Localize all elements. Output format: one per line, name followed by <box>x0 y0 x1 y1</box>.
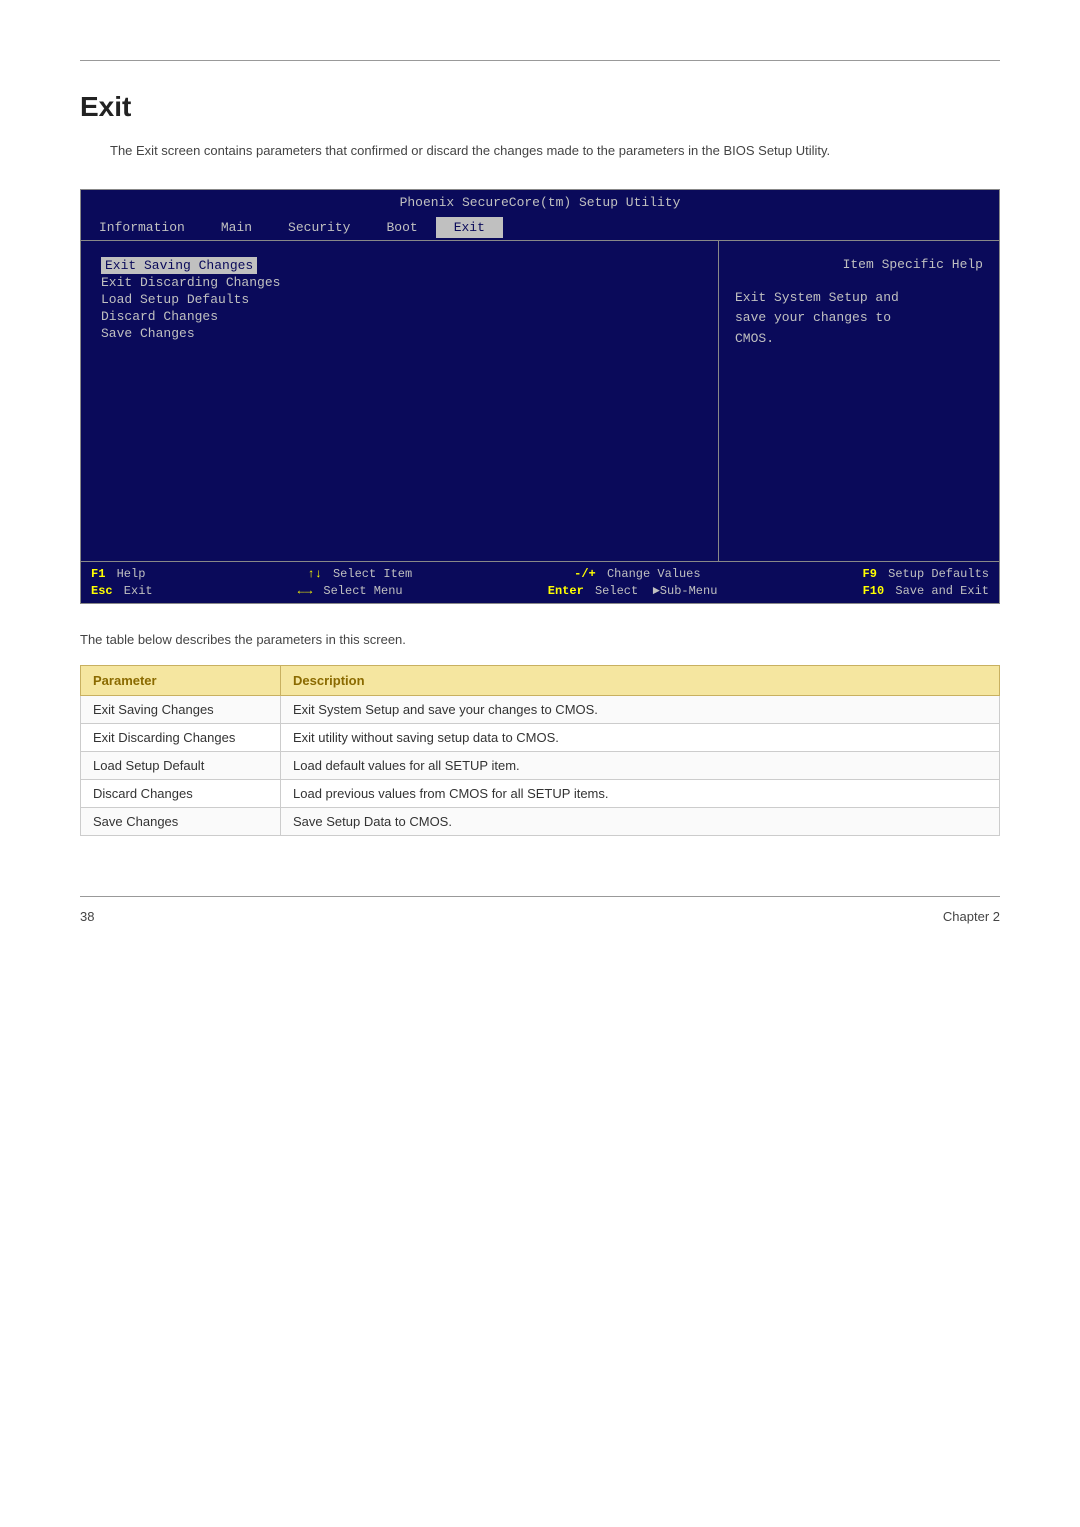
key-plusminus-label: Change Values <box>600 567 701 581</box>
key-arrows: ↑↓ <box>307 567 321 581</box>
table-cell-desc-3: Load default values for all SETUP item. <box>281 751 1000 779</box>
desc-text: The table below describes the parameters… <box>80 632 1000 647</box>
key-lr-arrows: ←→ <box>298 584 312 598</box>
key-f9-label: Setup Defaults <box>881 567 989 581</box>
page-container: Exit The Exit screen contains parameters… <box>0 0 1080 984</box>
table-cell-param-3: Load Setup Default <box>81 751 281 779</box>
bios-title: Phoenix SecureCore(tm) Setup Utility <box>400 195 681 210</box>
key-f10-label: Save and Exit <box>888 584 989 598</box>
bios-footer-plusminus: -/+ Change Values <box>574 567 700 581</box>
bios-footer-arrows: ↑↓ Select Item <box>307 567 412 581</box>
key-plusminus: -/+ <box>574 567 596 581</box>
key-f1: F1 <box>91 567 105 581</box>
table-row: Exit Saving Changes Exit System Setup an… <box>81 695 1000 723</box>
table-header-param: Parameter <box>81 665 281 695</box>
bios-footer-f1: F1 Help <box>91 567 145 581</box>
bios-nav-bar: Information Main Security Boot Exit <box>81 215 999 241</box>
bios-body: Exit Saving Changes Exit Discarding Chan… <box>81 241 999 561</box>
table-cell-desc-2: Exit utility without saving setup data t… <box>281 723 1000 751</box>
bios-footer: F1 Help ↑↓ Select Item -/+ Change Values… <box>81 561 999 603</box>
bios-nav-security[interactable]: Security <box>270 217 368 238</box>
bios-screen: Phoenix SecureCore(tm) Setup Utility Inf… <box>80 189 1000 604</box>
key-enter-label: Select ►Sub-Menu <box>588 584 718 598</box>
table-row: Save Changes Save Setup Data to CMOS. <box>81 807 1000 835</box>
bios-right-panel: Item Specific Help Exit System Setup and… <box>719 241 999 561</box>
intro-text: The Exit screen contains parameters that… <box>110 141 1000 161</box>
bios-help-text: Exit System Setup and save your changes … <box>735 288 983 350</box>
bios-nav-exit[interactable]: Exit <box>436 217 503 238</box>
table-cell-param-4: Discard Changes <box>81 779 281 807</box>
table-header-desc: Description <box>281 665 1000 695</box>
table-row: Exit Discarding Changes Exit utility wit… <box>81 723 1000 751</box>
bios-menu-discard-changes[interactable]: Discard Changes <box>101 308 698 325</box>
bios-footer-row1: F1 Help ↑↓ Select Item -/+ Change Values… <box>91 567 989 581</box>
bios-footer-f10: F10 Save and Exit <box>863 584 989 598</box>
param-table: Parameter Description Exit Saving Change… <box>80 665 1000 836</box>
table-cell-param-2: Exit Discarding Changes <box>81 723 281 751</box>
bios-footer-esc: Esc Exit <box>91 584 153 598</box>
table-cell-desc-5: Save Setup Data to CMOS. <box>281 807 1000 835</box>
key-esc-label: Exit <box>117 584 153 598</box>
bios-footer-row2: Esc Exit ←→ Select Menu Enter Select ►Su… <box>91 584 989 598</box>
key-enter: Enter <box>548 584 584 598</box>
page-number: 38 <box>80 909 94 924</box>
bios-nav-boot[interactable]: Boot <box>368 217 435 238</box>
bios-menu-exit-saving[interactable]: Exit Saving Changes <box>101 257 257 274</box>
bios-nav-main[interactable]: Main <box>203 217 270 238</box>
key-f1-label: Help <box>109 567 145 581</box>
top-rule <box>80 60 1000 61</box>
key-esc: Esc <box>91 584 113 598</box>
page-title: Exit <box>80 91 1000 123</box>
bios-nav-information[interactable]: Information <box>81 217 203 238</box>
table-cell-param-5: Save Changes <box>81 807 281 835</box>
bios-footer-lr-arrows: ←→ Select Menu <box>298 584 403 598</box>
key-f9: F9 <box>863 567 877 581</box>
bios-menu-exit-discarding[interactable]: Exit Discarding Changes <box>101 274 698 291</box>
table-row: Load Setup Default Load default values f… <box>81 751 1000 779</box>
key-arrows-label: Select Item <box>326 567 412 581</box>
bios-help-title: Item Specific Help <box>735 257 983 272</box>
bios-title-bar: Phoenix SecureCore(tm) Setup Utility <box>81 190 999 215</box>
table-cell-param-1: Exit Saving Changes <box>81 695 281 723</box>
table-cell-desc-4: Load previous values from CMOS for all S… <box>281 779 1000 807</box>
bios-left-panel: Exit Saving Changes Exit Discarding Chan… <box>81 241 719 561</box>
table-row: Discard Changes Load previous values fro… <box>81 779 1000 807</box>
key-lr-label: Select Menu <box>316 584 402 598</box>
table-cell-desc-1: Exit System Setup and save your changes … <box>281 695 1000 723</box>
bios-footer-enter: Enter Select ►Sub-Menu <box>548 584 718 598</box>
bios-footer-f9: F9 Setup Defaults <box>863 567 989 581</box>
bios-menu-save-changes[interactable]: Save Changes <box>101 325 698 342</box>
key-f10: F10 <box>863 584 885 598</box>
bios-menu-load-defaults[interactable]: Load Setup Defaults <box>101 291 698 308</box>
page-footer: 38 Chapter 2 <box>80 897 1000 924</box>
chapter-label: Chapter 2 <box>943 909 1000 924</box>
